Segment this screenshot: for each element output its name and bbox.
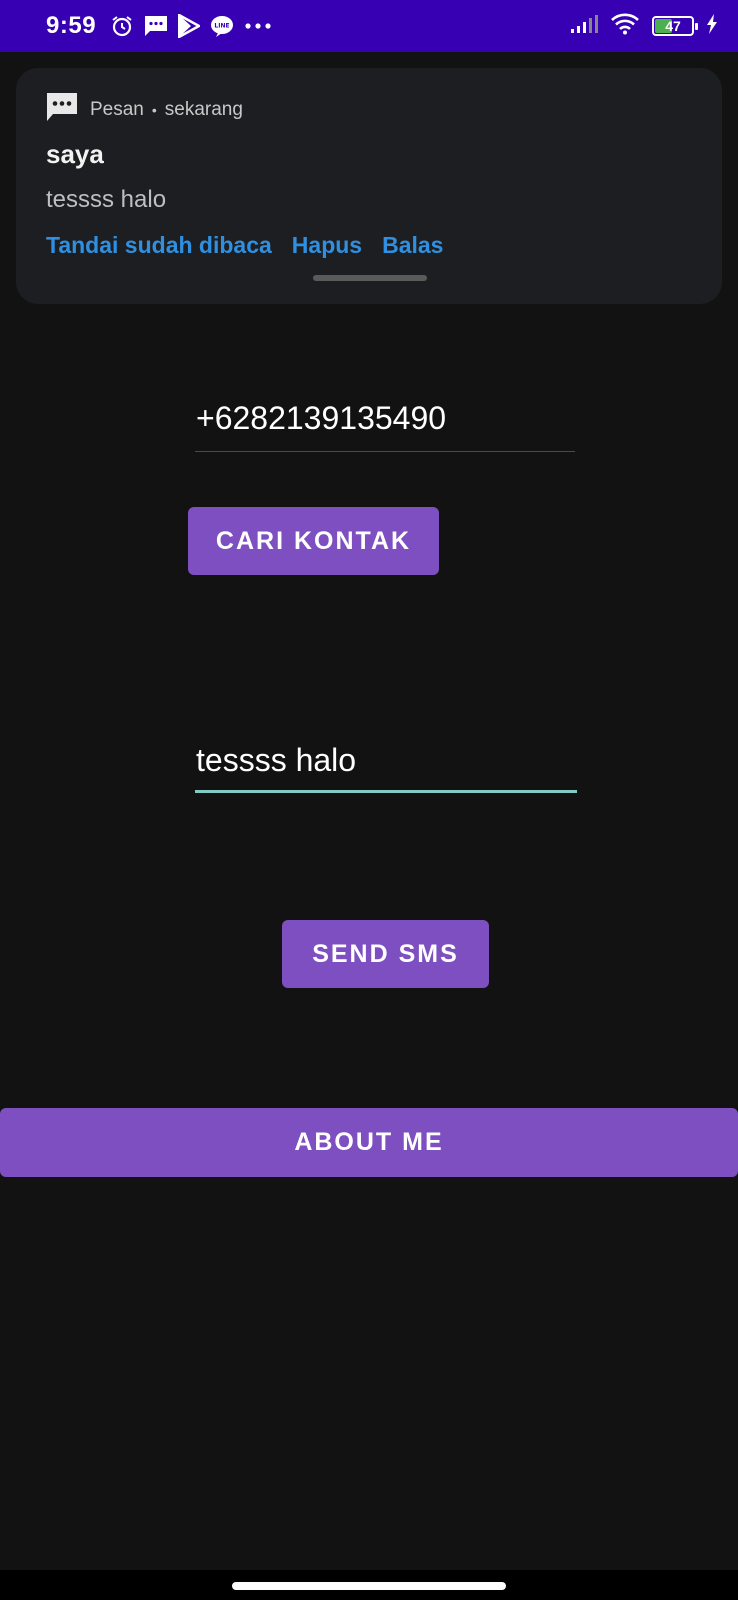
- phone-number-field[interactable]: +6282139135490: [195, 398, 575, 452]
- notification-body: tessss halo: [46, 186, 167, 213]
- charging-icon: [706, 13, 718, 39]
- find-contact-button[interactable]: CARI KONTAK: [188, 507, 439, 575]
- more-dots-icon: [244, 22, 272, 30]
- play-store-icon: [178, 14, 201, 38]
- mark-as-read-button[interactable]: Tandai sudah dibaca: [46, 232, 272, 259]
- wifi-icon: [610, 13, 640, 40]
- home-indicator[interactable]: [232, 1582, 506, 1590]
- send-sms-button[interactable]: SEND SMS: [282, 920, 489, 988]
- messages-icon: [144, 15, 168, 37]
- notification-title: saya: [46, 139, 104, 169]
- status-bar: 9:59 LINE 47: [0, 0, 738, 52]
- reply-button[interactable]: Balas: [382, 232, 443, 259]
- message-app-icon: [46, 92, 78, 127]
- notification-app-name: Pesan: [90, 98, 144, 120]
- message-field[interactable]: tessss halo: [195, 740, 577, 793]
- svg-text:LINE: LINE: [214, 23, 229, 30]
- battery-icon: 47: [652, 16, 698, 36]
- notification-header: Pesan • sekarang: [46, 92, 692, 127]
- notification-drag-handle[interactable]: [313, 275, 427, 281]
- battery-level: 47: [665, 18, 681, 34]
- notification-separator: •: [151, 101, 157, 118]
- notification-time: sekarang: [164, 98, 243, 120]
- notification-actions: Tandai sudah dibaca Hapus Balas: [46, 232, 692, 259]
- line-icon: LINE: [210, 15, 234, 37]
- screen: 9:59 LINE 47 Pesan • sekarang saya tesss…: [0, 0, 738, 1600]
- signal-icon: [570, 14, 598, 39]
- status-right-icons: 47: [570, 13, 718, 40]
- delete-button[interactable]: Hapus: [292, 232, 362, 259]
- about-me-button[interactable]: ABOUT ME: [0, 1108, 738, 1177]
- alarm-icon: [110, 14, 134, 38]
- status-time: 9:59: [46, 12, 97, 39]
- sms-notification[interactable]: Pesan • sekarang saya tessss halo Tandai…: [16, 68, 722, 304]
